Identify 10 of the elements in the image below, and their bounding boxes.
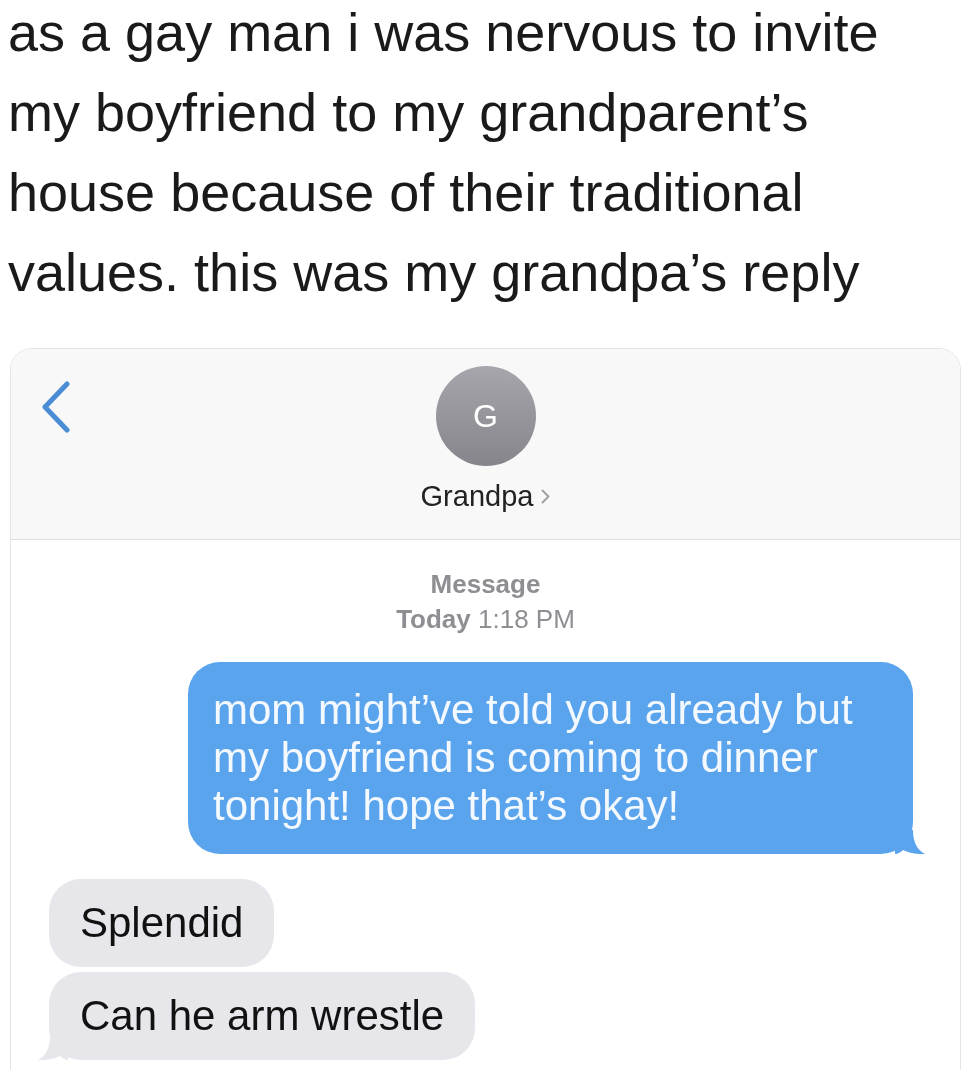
contact-avatar: G — [435, 366, 536, 466]
message-timestamp: Today 1:18 PM — [396, 603, 575, 636]
caption-text: as a gay man i was nervous to invite my boyfriend to my grandparent’s house because of their traditional values. this was my grandpa’s reply — [8, 1, 880, 304]
back-chevron-icon — [41, 381, 71, 433]
service-label: Message — [430, 568, 541, 601]
contact-name-button[interactable]: Grandpa — [420, 479, 551, 513]
back-button[interactable] — [39, 379, 73, 435]
bubble-tail-icon — [38, 1036, 68, 1060]
bubble-tail-icon — [895, 830, 925, 854]
chevron-right-icon — [541, 488, 551, 504]
